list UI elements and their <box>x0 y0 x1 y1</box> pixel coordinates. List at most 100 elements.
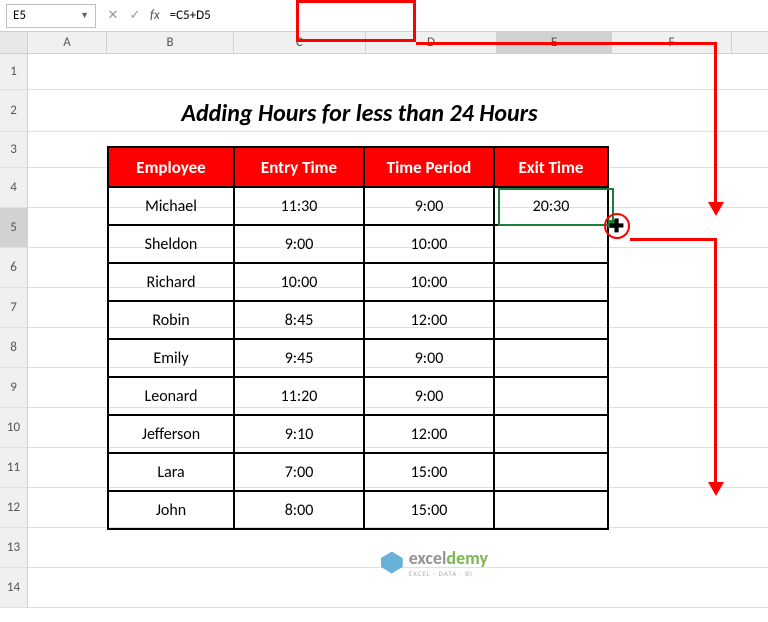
table-cell[interactable] <box>494 225 608 263</box>
table-cell[interactable]: 12:00 <box>364 415 494 453</box>
table-cell[interactable]: 11:20 <box>234 377 364 415</box>
cell[interactable] <box>28 168 107 207</box>
col-header-D[interactable]: D <box>366 32 497 53</box>
row-header-7[interactable]: 7 <box>0 288 28 327</box>
cell[interactable] <box>28 288 107 327</box>
cell[interactable] <box>107 528 234 567</box>
table-cell[interactable]: Lara <box>108 453 234 491</box>
table-cell[interactable] <box>494 301 608 339</box>
table-cell[interactable]: Leonard <box>108 377 234 415</box>
table-cell[interactable] <box>494 339 608 377</box>
table-cell[interactable]: Emily <box>108 339 234 377</box>
table-cell[interactable]: John <box>108 491 234 529</box>
row-header-6[interactable]: 6 <box>0 248 28 287</box>
cell[interactable] <box>28 568 107 607</box>
table-cell[interactable] <box>494 415 608 453</box>
table-cell[interactable]: Robin <box>108 301 234 339</box>
table-cell[interactable]: 8:45 <box>234 301 364 339</box>
table-cell[interactable]: 20:30 <box>494 187 608 225</box>
row-header-8[interactable]: 8 <box>0 328 28 367</box>
cell[interactable] <box>612 328 732 367</box>
cell[interactable] <box>28 54 107 89</box>
cell[interactable] <box>497 568 612 607</box>
cell[interactable] <box>612 168 732 207</box>
table-cell[interactable]: 10:00 <box>364 225 494 263</box>
col-header-E[interactable]: E <box>497 32 612 53</box>
row-header-1[interactable]: 1 <box>0 54 28 89</box>
row-header-2[interactable]: 2 <box>0 90 28 131</box>
row-header-4[interactable]: 4 <box>0 168 28 207</box>
cell[interactable] <box>107 568 234 607</box>
table-cell[interactable]: 10:00 <box>364 263 494 301</box>
cell[interactable] <box>612 90 732 131</box>
cell[interactable] <box>612 368 732 407</box>
col-header-B[interactable]: B <box>107 32 234 53</box>
cell[interactable] <box>497 528 612 567</box>
row-header-5[interactable]: 5 <box>0 208 28 247</box>
table-cell[interactable]: Michael <box>108 187 234 225</box>
cell[interactable] <box>612 568 732 607</box>
accept-formula-icon[interactable]: ✓ <box>124 5 146 27</box>
cell[interactable] <box>612 488 732 527</box>
table-cell[interactable] <box>494 453 608 491</box>
cell[interactable] <box>612 288 732 327</box>
cell[interactable] <box>28 368 107 407</box>
table-cell[interactable]: Sheldon <box>108 225 234 263</box>
row-header-3[interactable]: 3 <box>0 132 28 167</box>
cell[interactable] <box>234 54 366 89</box>
table-cell[interactable]: 15:00 <box>364 491 494 529</box>
table-cell[interactable]: Richard <box>108 263 234 301</box>
cell[interactable] <box>28 448 107 487</box>
cell[interactable] <box>28 528 107 567</box>
cell[interactable] <box>234 528 366 567</box>
table-cell[interactable]: 9:45 <box>234 339 364 377</box>
cell[interactable] <box>612 248 732 287</box>
row-header-14[interactable]: 14 <box>0 568 28 607</box>
cell[interactable] <box>497 54 612 89</box>
table-cell[interactable] <box>494 491 608 529</box>
table-cell[interactable]: 9:00 <box>364 339 494 377</box>
table-cell[interactable]: 11:30 <box>234 187 364 225</box>
cell[interactable] <box>28 90 107 131</box>
row-header-10[interactable]: 10 <box>0 408 28 447</box>
cancel-formula-icon[interactable]: ✕ <box>102 5 124 27</box>
cell[interactable] <box>28 488 107 527</box>
select-all-corner[interactable] <box>0 32 28 53</box>
cell[interactable] <box>234 568 366 607</box>
table-cell[interactable]: 9:10 <box>234 415 364 453</box>
name-box[interactable]: E5 ▼ <box>6 4 96 28</box>
formula-input[interactable]: =C5+D5 <box>164 4 762 28</box>
chevron-down-icon[interactable]: ▼ <box>80 10 89 21</box>
cell[interactable] <box>612 528 732 567</box>
table-cell[interactable]: 7:00 <box>234 453 364 491</box>
fx-icon[interactable]: fx <box>150 8 160 23</box>
cell[interactable] <box>28 132 107 167</box>
cell[interactable] <box>28 328 107 367</box>
cell[interactable] <box>107 54 234 89</box>
cell[interactable] <box>366 54 497 89</box>
col-header-F[interactable]: F <box>612 32 732 53</box>
cell[interactable] <box>612 408 732 447</box>
table-cell[interactable]: 9:00 <box>364 187 494 225</box>
table-cell[interactable]: Jefferson <box>108 415 234 453</box>
table-cell[interactable] <box>494 377 608 415</box>
cell[interactable] <box>612 448 732 487</box>
table-cell[interactable]: 8:00 <box>234 491 364 529</box>
row-header-11[interactable]: 11 <box>0 448 28 487</box>
table-cell[interactable]: 9:00 <box>234 225 364 263</box>
cell[interactable] <box>612 54 732 89</box>
cell[interactable] <box>28 408 107 447</box>
table-cell[interactable]: 12:00 <box>364 301 494 339</box>
cell[interactable] <box>612 208 732 247</box>
col-header-C[interactable]: C <box>234 32 366 53</box>
table-cell[interactable]: 10:00 <box>234 263 364 301</box>
table-cell[interactable]: 15:00 <box>364 453 494 491</box>
cell[interactable] <box>612 132 732 167</box>
cell[interactable] <box>28 208 107 247</box>
cell[interactable] <box>28 248 107 287</box>
col-header-A[interactable]: A <box>28 32 107 53</box>
row-header-12[interactable]: 12 <box>0 488 28 527</box>
row-header-9[interactable]: 9 <box>0 368 28 407</box>
table-cell[interactable] <box>494 263 608 301</box>
table-cell[interactable]: 9:00 <box>364 377 494 415</box>
